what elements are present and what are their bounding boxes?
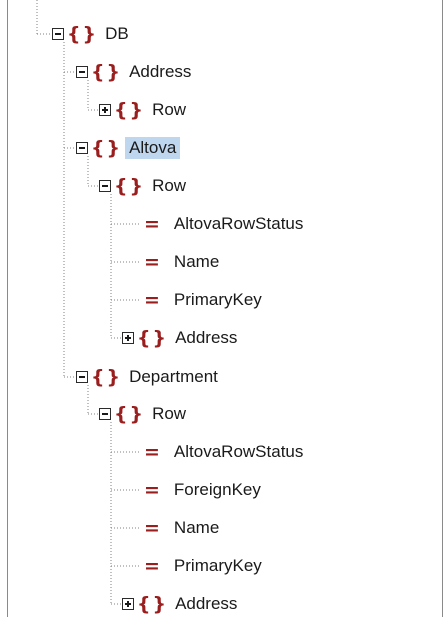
tree-node-department[interactable]: {} Department: [76, 365, 218, 389]
tree-node-altova-name[interactable]: = Name: [144, 250, 219, 274]
node-label: Row: [152, 176, 187, 195]
node-label: AltovaRowStatus: [173, 214, 304, 233]
node-label: Row: [152, 404, 187, 423]
node-label: PrimaryKey: [173, 556, 262, 575]
element-braces-icon: {}: [114, 175, 146, 197]
tree-node-department-foreignkey[interactable]: = ForeignKey: [144, 478, 261, 502]
node-label: Name: [173, 252, 220, 271]
node-label: Row: [152, 100, 187, 119]
element-braces-icon: {}: [67, 23, 99, 45]
node-label: Name: [173, 518, 220, 537]
element-braces-icon: {}: [137, 593, 169, 615]
attribute-equals-icon: =: [144, 555, 160, 577]
node-label: Address: [175, 594, 238, 613]
element-braces-icon: {}: [137, 327, 169, 349]
node-label: Address: [175, 328, 238, 347]
expand-toggle-icon[interactable]: [122, 598, 134, 610]
node-label: DB: [105, 24, 129, 43]
collapse-toggle-icon[interactable]: [99, 408, 111, 420]
node-label: ForeignKey: [173, 480, 261, 499]
attribute-equals-icon: =: [144, 289, 160, 311]
tree-node-department-address[interactable]: {} Address: [122, 592, 237, 616]
node-label: Department: [129, 367, 218, 386]
tree-node-department-primarykey[interactable]: = PrimaryKey: [144, 554, 262, 578]
tree-node-department-row[interactable]: {} Row: [99, 402, 186, 426]
tree-node-altova-row[interactable]: {} Row: [99, 174, 186, 198]
node-label-selected: Altova: [125, 137, 181, 159]
attribute-equals-icon: =: [144, 213, 160, 235]
collapse-toggle-icon[interactable]: [99, 180, 111, 192]
tree-node-altova-address[interactable]: {} Address: [122, 326, 237, 350]
collapse-toggle-icon[interactable]: [52, 28, 64, 40]
tree-node-altova[interactable]: {} Altova: [76, 136, 181, 160]
collapse-toggle-icon[interactable]: [76, 371, 88, 383]
node-label: AltovaRowStatus: [173, 442, 304, 461]
collapse-toggle-icon[interactable]: [76, 66, 88, 78]
attribute-equals-icon: =: [144, 517, 160, 539]
attribute-equals-icon: =: [144, 251, 160, 273]
schema-tree: {} DB {} Address {} Row {} Altova {} Row…: [0, 0, 445, 617]
expand-toggle-icon[interactable]: [99, 104, 111, 116]
expand-toggle-icon[interactable]: [122, 332, 134, 344]
tree-node-altova-primarykey[interactable]: = PrimaryKey: [144, 288, 262, 312]
element-braces-icon: {}: [114, 99, 146, 121]
tree-node-db[interactable]: {} DB: [52, 22, 129, 46]
element-braces-icon: {}: [114, 403, 146, 425]
tree-node-altova-rowstatus[interactable]: = AltovaRowStatus: [144, 212, 303, 236]
node-label: PrimaryKey: [173, 290, 262, 309]
element-braces-icon: {}: [91, 366, 123, 388]
tree-node-department-name[interactable]: = Name: [144, 516, 219, 540]
tree-node-department-rowstatus[interactable]: = AltovaRowStatus: [144, 440, 303, 464]
node-label: Address: [129, 62, 192, 81]
attribute-equals-icon: =: [144, 479, 160, 501]
tree-node-address[interactable]: {} Address: [76, 60, 191, 84]
collapse-toggle-icon[interactable]: [76, 142, 88, 154]
element-braces-icon: {}: [91, 137, 123, 159]
attribute-equals-icon: =: [144, 441, 160, 463]
element-braces-icon: {}: [91, 61, 123, 83]
tree-node-address-row[interactable]: {} Row: [99, 98, 186, 122]
